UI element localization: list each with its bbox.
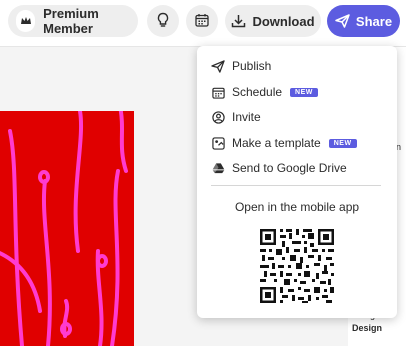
new-badge: NEW xyxy=(328,138,357,148)
calendar-icon xyxy=(211,85,225,99)
invite-icon xyxy=(211,110,225,124)
menu-item-google-drive[interactable]: Send to Google Drive xyxy=(211,159,347,177)
send-icon xyxy=(335,14,350,28)
artboard-pattern xyxy=(0,111,128,346)
menu-item-label: Invite xyxy=(232,110,261,124)
menu-divider xyxy=(211,185,381,186)
menu-item-publish[interactable]: Publish xyxy=(211,57,271,75)
design-tab[interactable]: Design xyxy=(352,323,382,333)
calendar-icon xyxy=(195,13,209,30)
qr-code xyxy=(258,227,336,305)
crown-icon xyxy=(16,10,36,32)
premium-member-label: Premium Member xyxy=(43,6,99,36)
ideas-button[interactable] xyxy=(147,5,179,37)
template-icon xyxy=(211,136,225,150)
share-button[interactable]: Share xyxy=(327,5,400,37)
google-drive-icon xyxy=(211,161,225,175)
send-icon xyxy=(211,59,225,73)
download-button[interactable]: Download xyxy=(225,5,321,37)
menu-item-make-template[interactable]: Make a template NEW xyxy=(211,134,357,152)
lightbulb-icon xyxy=(156,12,170,31)
menu-item-label: Send to Google Drive xyxy=(232,161,347,175)
menu-item-label: Make a template xyxy=(232,136,321,150)
download-label: Download xyxy=(252,13,315,29)
menu-item-schedule[interactable]: Schedule NEW xyxy=(211,83,318,101)
share-label: Share xyxy=(355,13,393,29)
new-badge: NEW xyxy=(290,87,318,97)
share-menu: Publish Schedule NEW Invite Make a templ… xyxy=(197,46,397,318)
premium-member-button[interactable]: Premium Member xyxy=(8,5,138,37)
schedule-button[interactable] xyxy=(186,5,218,37)
mobile-app-title: Open in the mobile app xyxy=(234,200,360,214)
menu-item-label: Schedule xyxy=(232,85,283,99)
design-artboard[interactable] xyxy=(0,111,134,346)
top-toolbar: Premium Member Download Share xyxy=(0,0,406,47)
menu-item-invite[interactable]: Invite xyxy=(211,108,261,126)
menu-item-label: Publish xyxy=(232,59,272,73)
download-icon xyxy=(232,15,246,28)
